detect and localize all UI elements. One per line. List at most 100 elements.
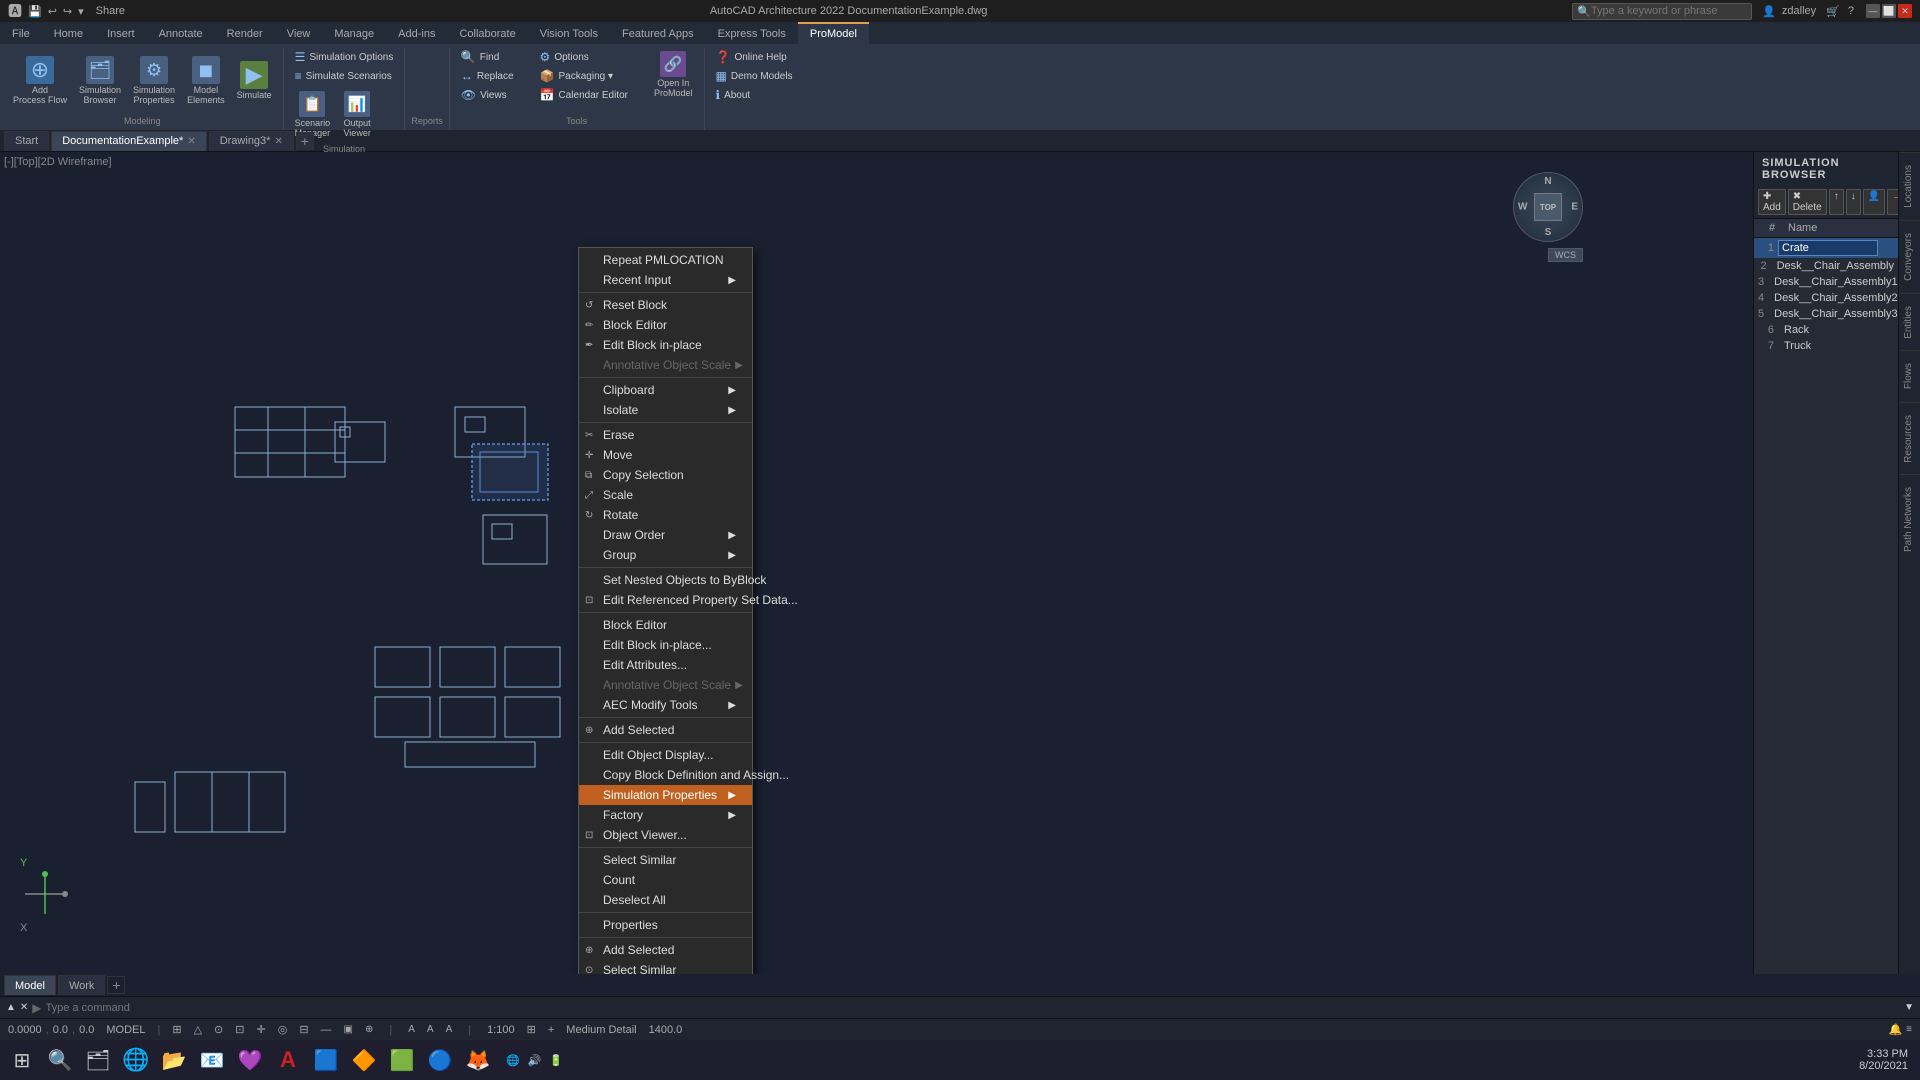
vs-code-button[interactable]: 💜 bbox=[232, 1042, 268, 1078]
packaging-button[interactable]: 📦 Packaging ▾ bbox=[535, 67, 633, 85]
add-process-flow-button[interactable]: ⊕ AddProcess Flow bbox=[8, 53, 72, 109]
model-tab-add[interactable]: + bbox=[107, 976, 125, 994]
file-explorer-button[interactable]: 📂 bbox=[156, 1042, 192, 1078]
cmd-scroll-icon[interactable]: ▼ bbox=[1904, 1002, 1914, 1013]
ribbon-tab-manage[interactable]: Manage bbox=[322, 22, 386, 44]
search-box[interactable]: 🔍 bbox=[1572, 3, 1752, 20]
ctx-edit-object-display[interactable]: Edit Object Display... bbox=[579, 745, 752, 765]
ctx-recent-input[interactable]: Recent Input ▶ bbox=[579, 270, 752, 290]
side-tab-resources[interactable]: Resources bbox=[1899, 402, 1920, 475]
replace-button[interactable]: ↔ Replace bbox=[456, 67, 519, 85]
ribbon-tab-file[interactable]: File bbox=[0, 22, 42, 44]
ctx-add-selected-2[interactable]: ⊕ Add Selected bbox=[579, 940, 752, 960]
transp-icon[interactable]: ▣ bbox=[344, 1024, 353, 1035]
sim-item-1-input[interactable] bbox=[1778, 240, 1878, 256]
app1-button[interactable]: 🟦 bbox=[308, 1042, 344, 1078]
ctx-add-selected-1[interactable]: ⊕ Add Selected bbox=[579, 720, 752, 740]
model-tab-model[interactable]: Model bbox=[4, 975, 56, 995]
simulate-scenarios-button[interactable]: ≡ Simulate Scenarios bbox=[290, 67, 397, 85]
side-tab-conveyors[interactable]: Conveyors bbox=[1899, 220, 1920, 293]
ctx-group[interactable]: Group ▶ bbox=[579, 545, 752, 565]
ctx-aec-modify[interactable]: AEC Modify Tools ▶ bbox=[579, 695, 752, 715]
ctx-count-1[interactable]: Count bbox=[579, 870, 752, 890]
doc-tab-documentation[interactable]: DocumentationExample* ✕ bbox=[51, 131, 206, 151]
ctx-copy-selection[interactable]: ⧉ Copy Selection bbox=[579, 465, 752, 485]
snap-icon[interactable]: △ bbox=[194, 1023, 202, 1036]
autocad-button[interactable]: A bbox=[270, 1042, 306, 1078]
ctx-clipboard[interactable]: Clipboard ▶ bbox=[579, 380, 752, 400]
sim-tb-up[interactable]: ↑ bbox=[1829, 189, 1844, 215]
detail-level[interactable]: Medium Detail bbox=[566, 1024, 636, 1036]
anno-scale[interactable]: A bbox=[446, 1024, 453, 1035]
zoom-ratio[interactable]: 1:100 bbox=[487, 1024, 515, 1036]
ctx-erase[interactable]: ✂ Erase bbox=[579, 425, 752, 445]
sim-tb-add[interactable]: ✚ Add bbox=[1758, 189, 1786, 215]
info-icon[interactable]: ? bbox=[1848, 5, 1854, 17]
ctx-edit-block-inplace-1[interactable]: ✒ Edit Block in-place bbox=[579, 335, 752, 355]
notify-icon[interactable]: 🔔 bbox=[1888, 1023, 1902, 1036]
restore-button[interactable]: ⬜ bbox=[1882, 4, 1896, 18]
search-input[interactable] bbox=[1591, 5, 1741, 17]
canvas-area[interactable]: [-][Top][2D Wireframe] bbox=[0, 152, 1753, 974]
annotation-monitor[interactable]: A bbox=[408, 1024, 415, 1035]
sim-tb-user[interactable]: 👤 bbox=[1863, 189, 1885, 215]
task-view-button[interactable]: 🗂 bbox=[80, 1042, 116, 1078]
ctx-annotative-scale-1[interactable]: Annotative Object Scale ▶ bbox=[579, 355, 752, 375]
ctx-isolate[interactable]: Isolate ▶ bbox=[579, 400, 752, 420]
ribbon-tab-vision[interactable]: Vision Tools bbox=[528, 22, 610, 44]
ctx-copy-block-def[interactable]: Copy Block Definition and Assign... bbox=[579, 765, 752, 785]
side-tab-entities[interactable]: Entities bbox=[1899, 293, 1920, 351]
cart-icon[interactable]: 🛒 bbox=[1826, 5, 1840, 18]
systray-sound[interactable]: 🔊 bbox=[528, 1054, 542, 1067]
outlook-button[interactable]: 📧 bbox=[194, 1042, 230, 1078]
ctx-move[interactable]: ✛ Move bbox=[579, 445, 752, 465]
simulation-browser-button[interactable]: 🗂 SimulationBrowser bbox=[74, 53, 126, 109]
side-tab-path-networks[interactable]: Path Networks bbox=[1899, 474, 1920, 564]
otrack-icon[interactable]: ◎ bbox=[278, 1023, 288, 1036]
ctx-block-editor-2[interactable]: Block Editor bbox=[579, 615, 752, 635]
ctx-block-editor-1[interactable]: ✏ Block Editor bbox=[579, 315, 752, 335]
ctx-object-viewer[interactable]: ⊡ Object Viewer... bbox=[579, 825, 752, 845]
value-1400[interactable]: 1400.0 bbox=[649, 1024, 683, 1036]
ribbon-tab-render[interactable]: Render bbox=[215, 22, 275, 44]
quick-access-save[interactable]: 💾 bbox=[28, 5, 42, 18]
systray-network[interactable]: 🌐 bbox=[506, 1054, 520, 1067]
ribbon-tab-featured[interactable]: Featured Apps bbox=[610, 22, 706, 44]
side-tab-locations[interactable]: Locations bbox=[1899, 152, 1920, 220]
ribbon-tab-annotate[interactable]: Annotate bbox=[147, 22, 215, 44]
cmd-expand-icon[interactable]: ▲ bbox=[6, 1002, 16, 1013]
ribbon-tab-insert[interactable]: Insert bbox=[95, 22, 147, 44]
doc-tab-add[interactable]: + bbox=[296, 132, 314, 150]
workspace-icon[interactable]: ⊞ bbox=[527, 1023, 536, 1036]
linewt-icon[interactable]: — bbox=[321, 1024, 332, 1036]
ducs-icon[interactable]: ⊟ bbox=[299, 1023, 308, 1036]
ctx-repeat-pmlocation[interactable]: Repeat PMLOCATION bbox=[579, 250, 752, 270]
ctx-deselect-all-1[interactable]: Deselect All bbox=[579, 890, 752, 910]
model-tab-work[interactable]: Work bbox=[58, 975, 105, 995]
demo-models-button[interactable]: ▦ Demo Models bbox=[711, 67, 798, 85]
minimize-button[interactable]: — bbox=[1866, 4, 1880, 18]
ctx-draw-order[interactable]: Draw Order ▶ bbox=[579, 525, 752, 545]
close-button[interactable]: ✕ bbox=[1898, 4, 1912, 18]
sel-cycling-icon[interactable]: ⊕ bbox=[365, 1024, 373, 1035]
ctx-nested-objects[interactable]: Set Nested Objects to ByBlock bbox=[579, 570, 752, 590]
simulation-options-button[interactable]: ☰ Simulation Options bbox=[290, 48, 399, 66]
anno-visibility[interactable]: A bbox=[427, 1024, 434, 1035]
ctx-scale[interactable]: ⤢ Scale bbox=[579, 485, 752, 505]
quick-access-undo[interactable]: ↩ bbox=[48, 5, 57, 18]
quick-access-redo[interactable]: ↪ bbox=[63, 5, 72, 18]
ortho-icon[interactable]: ⊙ bbox=[214, 1023, 223, 1036]
ctx-reset-block[interactable]: ↺ Reset Block bbox=[579, 295, 752, 315]
share-button[interactable]: Share bbox=[96, 5, 125, 17]
ctx-edit-attributes[interactable]: Edit Attributes... bbox=[579, 655, 752, 675]
ctx-select-similar-1[interactable]: Select Similar bbox=[579, 850, 752, 870]
sim-item-2[interactable]: 2 Desk__Chair_Assembly bbox=[1754, 258, 1898, 274]
output-viewer-button[interactable]: 📊 OutputViewer bbox=[337, 88, 377, 142]
sim-tb-down[interactable]: ↓ bbox=[1846, 189, 1861, 215]
ctx-factory[interactable]: Factory ▶ bbox=[579, 805, 752, 825]
viewport-icon[interactable]: + bbox=[548, 1024, 554, 1036]
sim-item-4[interactable]: 4 Desk__Chair_Assembly2 bbox=[1754, 290, 1898, 306]
model-elements-button[interactable]: ◼ ModelElements bbox=[182, 53, 230, 109]
sim-item-7[interactable]: 7 Truck bbox=[1754, 338, 1898, 354]
simulate-button[interactable]: ▶ Simulate bbox=[232, 58, 277, 104]
